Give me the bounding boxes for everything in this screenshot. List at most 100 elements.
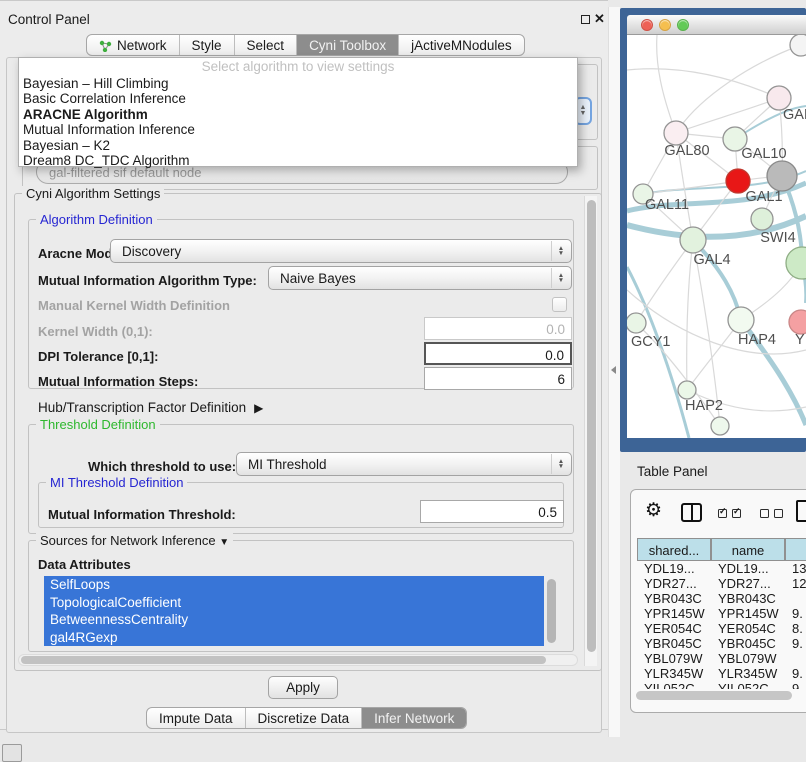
- panel-title: Control Panel: [8, 12, 90, 27]
- data-attributes-list: SelfLoopsTopologicalCoefficientBetweenne…: [44, 576, 544, 646]
- select-all-checkboxes-icon[interactable]: [718, 509, 741, 518]
- table-body: YDL19...YDL19...13YDR27...YDR27...12YBR0…: [637, 561, 806, 689]
- tab-infer-network[interactable]: Infer Network: [361, 708, 466, 728]
- collapse-arrow-icon: ▼: [219, 537, 229, 548]
- tab-jactivemnodules[interactable]: jActiveMNodules: [398, 35, 524, 55]
- mi-type-combobox[interactable]: Naive Bayes ▲▼: [268, 266, 572, 290]
- threshold-definition-title: Threshold Definition: [36, 417, 160, 432]
- close-icon[interactable]: ✕: [594, 11, 605, 27]
- gcy1-node[interactable]: [627, 313, 646, 333]
- algorithm-option[interactable]: Bayesian – Hill Climbing: [19, 76, 577, 91]
- table-row[interactable]: YIL052CYIL052C9: [637, 681, 806, 689]
- node-label: GAL1: [745, 189, 782, 205]
- stepper-icon: ▲▼: [551, 454, 570, 474]
- column-header-cut[interactable]: [785, 538, 806, 561]
- top-node[interactable]: [790, 35, 806, 56]
- attribute-item[interactable]: BetweennessCentrality: [44, 611, 544, 629]
- dpi-tolerance-label: DPI Tolerance [0,1]:: [38, 349, 158, 364]
- node-label: GAL80: [664, 143, 709, 159]
- algorithm-option[interactable]: Bayesian – K2: [19, 138, 577, 153]
- column-header-name[interactable]: name: [711, 538, 785, 561]
- attribute-list-scrollbar[interactable]: [547, 579, 556, 643]
- table-panel-title: Table Panel: [637, 464, 708, 479]
- node-label: HAP2: [685, 398, 723, 414]
- data-attributes-label: Data Attributes: [38, 557, 131, 572]
- tab-select[interactable]: Select: [234, 35, 297, 55]
- node-label: GAL10: [741, 146, 786, 162]
- tab-network[interactable]: Network: [87, 35, 179, 55]
- close-traffic-light-icon[interactable]: [641, 19, 653, 31]
- manual-kernel-checkbox[interactable]: [552, 297, 567, 312]
- algorithm-definition-title: Algorithm Definition: [36, 212, 157, 227]
- network-canvas[interactable]: GALGAL80GAL10GAL1GAL11SWI4GAL4GCY1HAP4YH…: [627, 35, 806, 438]
- tab-cyni-toolbox[interactable]: Cyni Toolbox: [296, 35, 398, 55]
- node-label: SWI4: [760, 230, 795, 246]
- tab-style[interactable]: Style: [179, 35, 234, 55]
- algorithm-option[interactable]: Basic Correlation Inference: [19, 91, 577, 106]
- algorithm-dropdown-popup: Select algorithm to view settings Bayesi…: [18, 57, 578, 167]
- expander-arrow-icon: ▶: [254, 401, 263, 415]
- zoom-traffic-light-icon[interactable]: [677, 19, 689, 31]
- which-threshold-label: Which threshold to use:: [88, 459, 236, 474]
- algorithm-option[interactable]: Dream8 DC_TDC Algorithm: [19, 153, 577, 168]
- gal80-node[interactable]: [664, 121, 688, 145]
- tab-impute-data[interactable]: Impute Data: [147, 708, 245, 728]
- table-row[interactable]: YBR043CYBR043C: [637, 591, 806, 606]
- hap2-node[interactable]: [678, 381, 696, 399]
- table-horizontal-scrollbar[interactable]: [636, 691, 792, 700]
- mi-steps-label: Mutual Information Steps:: [38, 374, 198, 389]
- gal4-node[interactable]: [680, 227, 706, 253]
- aracne-mode-combobox[interactable]: Discovery ▲▼: [110, 239, 572, 263]
- table-row[interactable]: YDR27...YDR27...12: [637, 576, 806, 591]
- dpi-tolerance-field[interactable]: 0.0: [424, 342, 572, 365]
- column-header-shared-name[interactable]: shared...: [637, 538, 711, 561]
- split-columns-icon[interactable]: [681, 503, 702, 522]
- attribute-item[interactable]: SelfLoops: [44, 576, 544, 594]
- mi-threshold-field[interactable]: 0.5: [420, 500, 564, 523]
- collapsed-panel-box[interactable]: [2, 744, 22, 762]
- attribute-item[interactable]: TopologicalCoefficient: [44, 594, 544, 612]
- minimize-traffic-light-icon[interactable]: [659, 19, 671, 31]
- float-window-icon[interactable]: [581, 15, 590, 24]
- hap4-node[interactable]: [728, 307, 754, 333]
- settings-vertical-scrollbar[interactable]: [584, 196, 597, 666]
- kernel-width-label: Kernel Width (0,1):: [38, 324, 153, 339]
- green-node[interactable]: [786, 247, 806, 279]
- network-icon: [99, 40, 112, 52]
- table-row[interactable]: YBL079WYBL079W: [637, 651, 806, 666]
- kernel-width-field[interactable]: 0.0: [424, 317, 572, 340]
- table-row[interactable]: YER054CYER054C8.: [637, 621, 806, 636]
- algorithm-option[interactable]: Mutual Information Inference: [19, 122, 577, 137]
- node-label: GAL4: [693, 252, 730, 268]
- deselect-all-checkboxes-icon[interactable]: [760, 509, 783, 518]
- gray-node[interactable]: [767, 161, 797, 191]
- table-row[interactable]: YPR145WYPR145W9.: [637, 606, 806, 621]
- table-row[interactable]: YDL19...YDL19...13: [637, 561, 806, 576]
- network-node-labels: GALGAL80GAL10GAL1GAL11SWI4GAL4GCY1HAP4YH…: [631, 107, 806, 414]
- which-threshold-combobox[interactable]: MI Threshold ▲▼: [236, 452, 572, 476]
- splitter-collapse-arrow-icon[interactable]: [611, 366, 616, 374]
- attribute-item[interactable]: gal4RGexp: [44, 629, 544, 647]
- sources-group-title[interactable]: Sources for Network Inference ▼: [36, 533, 233, 548]
- mi-type-label: Mutual Information Algorithm Type:: [38, 273, 257, 288]
- bottom-node[interactable]: [711, 417, 729, 435]
- apply-button[interactable]: Apply: [268, 676, 338, 699]
- tab-discretize-data[interactable]: Discretize Data: [245, 708, 362, 728]
- gear-icon[interactable]: ⚙: [645, 499, 662, 522]
- algorithm-option[interactable]: ARACNE Algorithm: [19, 107, 577, 122]
- stepper-icon: ▲▼: [551, 268, 570, 288]
- hub-definition-expander[interactable]: Hub/Transcription Factor Definition▶: [38, 400, 263, 415]
- node-label: GAL: [783, 107, 806, 123]
- swi4-node[interactable]: [751, 208, 773, 230]
- network-window-titlebar[interactable]: [627, 15, 806, 35]
- node-label: Y: [795, 332, 805, 348]
- table-header-row: shared... name: [637, 538, 806, 561]
- table-row[interactable]: YLR345WYLR345W9.: [637, 666, 806, 681]
- document-icon[interactable]: [796, 500, 806, 522]
- mi-threshold-label: Mutual Information Threshold:: [48, 507, 236, 522]
- settings-group-title: Cyni Algorithm Settings: [22, 186, 164, 201]
- salmon-node[interactable]: [789, 310, 806, 334]
- table-row[interactable]: YBR045CYBR045C9.: [637, 636, 806, 651]
- mi-steps-field[interactable]: 6: [424, 367, 572, 390]
- settings-horizontal-scrollbar[interactable]: [18, 654, 578, 666]
